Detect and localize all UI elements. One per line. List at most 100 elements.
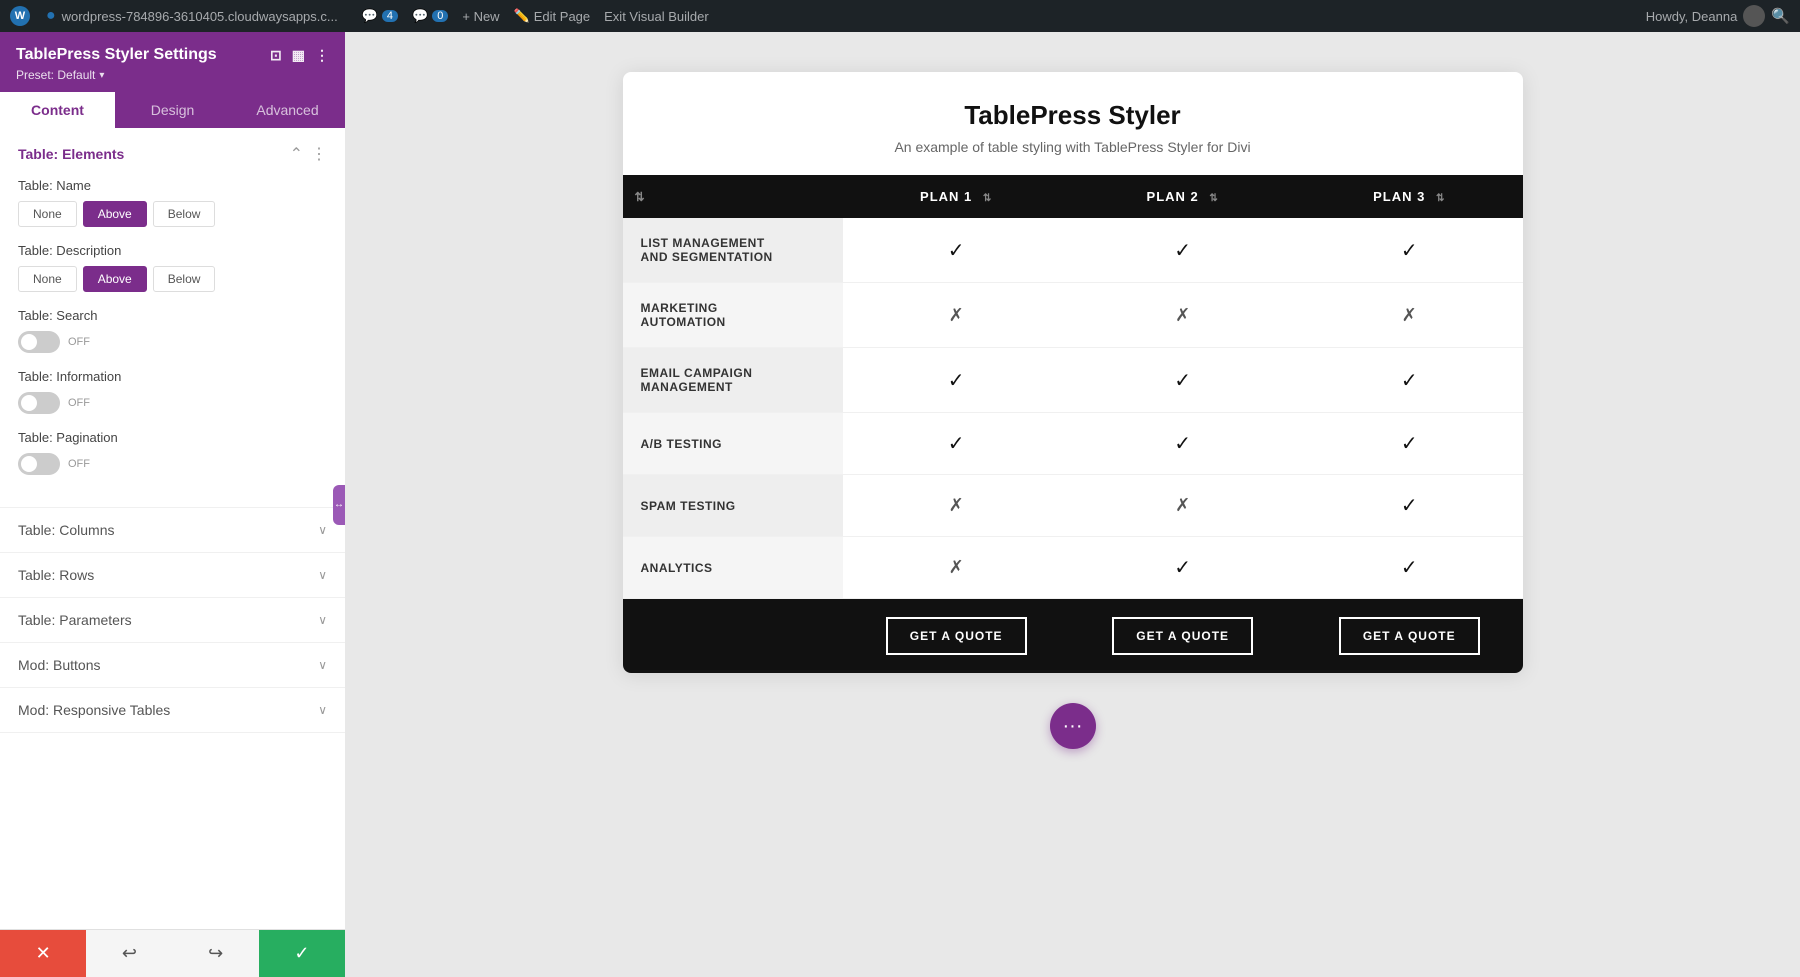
table-columns-section[interactable]: Table: Columns ∨ [0,508,345,553]
plan2-label: PLAN 2 [1147,189,1199,204]
table-row: MARKETINGAUTOMATION ✗ ✗ ✗ [623,283,1523,348]
table-description-options: None Above Below [18,266,327,292]
howdy-text: Howdy, Deanna [1646,9,1738,24]
footer-row: GET A QUOTE GET A QUOTE GET A QUOTE [623,599,1523,674]
table-rows-chevron: ∨ [318,568,327,582]
new-label: + New [462,9,499,24]
site-url: ● wordpress-784896-3610405.cloudwaysapps… [46,7,338,25]
plan1-cell: ✗ [843,537,1070,599]
notification-item[interactable]: 💬 0 [412,8,448,24]
sort-icon-feature[interactable]: ⇅ [635,190,646,204]
preset-text: Preset: Default [16,68,95,82]
table-name-below[interactable]: Below [153,201,216,227]
table-row: ANALYTICS ✗ ✓ ✓ [623,537,1523,599]
save-icon: ✓ [294,943,309,964]
tab-content[interactable]: Content [0,92,115,128]
sort-icon-plan3[interactable]: ⇅ [1436,193,1445,204]
table-description-none[interactable]: None [18,266,77,292]
table-row: SPAM TESTING ✗ ✗ ✓ [623,475,1523,537]
sidebar-more-icon[interactable]: ⋮ [315,47,329,64]
check-icon: ✓ [948,370,965,392]
redo-button[interactable]: ↪ [173,930,259,977]
fab-button[interactable]: ··· [1050,703,1096,749]
table-pagination-field: Table: Pagination OFF [18,430,327,475]
table-rows-section[interactable]: Table: Rows ∨ [0,553,345,598]
sidebar-tabs: Content Design Advanced [0,92,345,128]
section-header-icons: ⌃ ⋮ [290,144,327,164]
table-name-field: Table: Name None Above Below [18,178,327,227]
user-avatar[interactable] [1743,5,1765,27]
x-icon: ✗ [949,557,964,577]
table-information-field: Table: Information OFF [18,369,327,414]
table-information-toggle[interactable] [18,392,60,414]
section-more-icon[interactable]: ⋮ [311,144,327,164]
check-icon: ✓ [1174,433,1191,455]
mod-responsive-title: Mod: Responsive Tables [18,702,170,718]
table-description-below[interactable]: Below [153,266,216,292]
mod-buttons-section[interactable]: Mod: Buttons ∨ [0,643,345,688]
exit-builder-button[interactable]: Exit Visual Builder [604,9,709,24]
sidebar-title-icons: ⊡ ▦ ⋮ [270,47,329,64]
resize-handle[interactable] [333,485,345,525]
footer-plan3-cell: GET A QUOTE [1296,599,1523,674]
check-icon: ✓ [1401,557,1418,579]
notification-count: 0 [432,10,448,22]
plan2-cell: ✓ [1069,218,1296,283]
save-button[interactable]: ✓ [259,930,345,977]
table-row: EMAIL CAMPAIGNMANAGEMENT ✓ ✓ ✓ [623,348,1523,413]
footer-plan1-cell: GET A QUOTE [843,599,1070,674]
search-icon[interactable]: 🔍 [1771,7,1790,25]
plan3-cell: ✓ [1296,413,1523,475]
quote-button-plan2[interactable]: GET A QUOTE [1112,617,1253,655]
table-name-none[interactable]: None [18,201,77,227]
elements-section-title: Table: Elements [18,146,124,162]
user-howdy: Howdy, Deanna 🔍 [1646,5,1790,27]
table-parameters-section[interactable]: Table: Parameters ∨ [0,598,345,643]
plan3-cell: ✓ [1296,348,1523,413]
comment-count: 4 [382,10,398,22]
sidebar-copy-icon[interactable]: ⊡ [270,47,282,64]
mod-responsive-section[interactable]: Mod: Responsive Tables ∨ [0,688,345,733]
check-icon: ✓ [1401,433,1418,455]
close-button[interactable]: ✕ [0,930,86,977]
table-columns-title: Table: Columns [18,522,115,538]
plan1-cell: ✗ [843,475,1070,537]
table-information-toggle-row: OFF [18,392,327,414]
plan1-cell: ✓ [843,413,1070,475]
quote-button-plan1[interactable]: GET A QUOTE [886,617,1027,655]
edit-page-button[interactable]: ✏️ Edit Page [514,8,591,24]
table-elements-section: Table: Elements ⌃ ⋮ Table: Name None Abo… [0,128,345,508]
feature-cell: LIST MANAGEMENTAND SEGMENTATION [623,218,843,283]
elements-section-header: Table: Elements ⌃ ⋮ [18,144,327,164]
comment-icon: 💬 [362,8,378,24]
undo-button[interactable]: ↩ [86,930,172,977]
table-pagination-toggle[interactable] [18,453,60,475]
plan1-cell: ✗ [843,283,1070,348]
table-name-above[interactable]: Above [83,201,147,227]
preset-dropdown-icon: ▾ [99,70,104,81]
check-icon: ✓ [948,433,965,455]
new-content-button[interactable]: + New [462,9,499,24]
table-columns-chevron: ∨ [318,523,327,537]
table-header-section: TablePress Styler An example of table st… [623,72,1523,175]
col-header-plan3: PLAN 3 ⇅ [1296,175,1523,218]
tab-advanced[interactable]: Advanced [230,92,345,128]
quote-button-plan3[interactable]: GET A QUOTE [1339,617,1480,655]
table-description-label: Table: Description [18,243,327,258]
table-row: LIST MANAGEMENTAND SEGMENTATION ✓ ✓ ✓ [623,218,1523,283]
sort-icon-plan1[interactable]: ⇅ [983,193,992,204]
table-main-title: TablePress Styler [643,100,1503,131]
wp-logo-icon[interactable]: W [10,6,30,26]
sidebar-preset[interactable]: Preset: Default ▾ [16,68,329,82]
table-description-above[interactable]: Above [83,266,147,292]
sort-icon-plan2[interactable]: ⇅ [1209,193,1218,204]
site-url-text[interactable]: wordpress-784896-3610405.cloudwaysapps.c… [62,9,338,24]
tab-design[interactable]: Design [115,92,230,128]
bottom-toolbar: ✕ ↩ ↪ ✓ [0,929,345,977]
sidebar: TablePress Styler Settings ⊡ ▦ ⋮ Preset:… [0,32,345,977]
admin-bar-items: 💬 4 💬 0 + New ✏️ Edit Page Exit Visual B… [362,8,709,24]
table-search-toggle[interactable] [18,331,60,353]
comment-count-item[interactable]: 💬 4 [362,8,398,24]
sidebar-layout-icon[interactable]: ▦ [292,47,305,64]
section-collapse-icon[interactable]: ⌃ [290,144,303,164]
